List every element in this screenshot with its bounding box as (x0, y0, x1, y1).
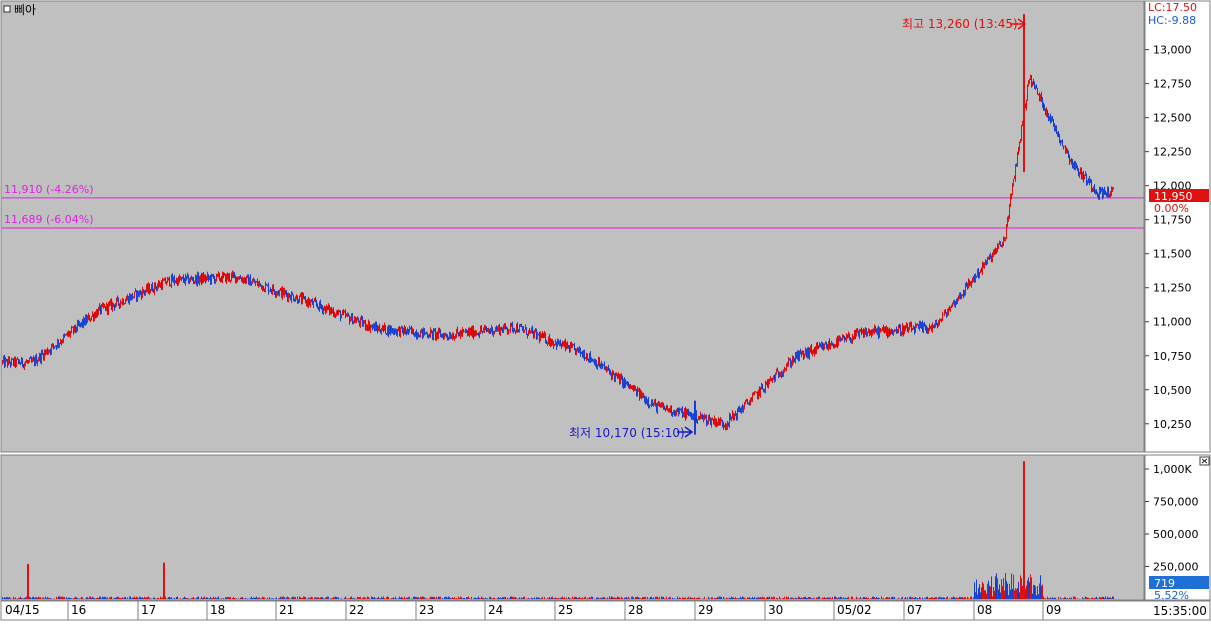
stock-chart: 11,910 (-4.26%) 11,689 (-6.04%) 13,000 12,… (0, 0, 1211, 621)
price-tick-label: 11,000 (1153, 316, 1192, 329)
price-tick-label: 13,000 (1153, 44, 1192, 57)
price-plot-area[interactable] (0, 0, 1145, 453)
x-tick-label: 18 (210, 603, 225, 617)
ref-line-label: 11,910 (-4.26%) (4, 183, 93, 196)
x-tick-label: 16 (71, 603, 86, 617)
volume-tick-label: 750,000 (1153, 496, 1199, 509)
price-tick-label: 10,250 (1153, 418, 1192, 431)
x-tick-label: 21 (279, 603, 294, 617)
lc-label: LC:17.50 (1148, 1, 1197, 14)
chart-title: 삐아 (14, 3, 36, 17)
volume-tick-label: 1,000K (1153, 463, 1192, 476)
volume-tick-label: 250,000 (1153, 561, 1199, 574)
x-tick-label: 07 (907, 603, 922, 617)
hc-label: HC:-9.88 (1148, 14, 1196, 27)
price-tick-label: 10,750 (1153, 350, 1192, 363)
price-tick-label: 11,750 (1153, 214, 1192, 227)
max-price-label: 최고 13,260 (13:45) (902, 17, 1018, 31)
x-tick-label: 09 (1046, 603, 1061, 617)
price-tick-label: 12,500 (1153, 112, 1192, 125)
x-tick-label: 04/15 (5, 603, 40, 617)
price-tick-label: 12,750 (1153, 78, 1192, 91)
x-tick-label: 28 (628, 603, 643, 617)
ref-line-label: 11,689 (-6.04%) (4, 213, 93, 226)
volume-tick-label: 500,000 (1153, 528, 1199, 541)
x-tick-label: 08 (977, 603, 992, 617)
title-checkbox-icon[interactable] (3, 5, 11, 13)
volume-pct-value: 5.52% (1154, 589, 1189, 602)
min-price-label: 최저 10,170 (15:10) (569, 426, 685, 440)
x-tick-label: 05/02 (837, 603, 872, 617)
x-axis (0, 600, 1211, 621)
x-tick-label: 30 (768, 603, 783, 617)
price-tick-label: 11,500 (1153, 248, 1192, 261)
price-tick-label: 10,500 (1153, 384, 1192, 397)
time-label: 15:35:00 (1153, 604, 1207, 618)
price-tick-label: 11,250 (1153, 282, 1192, 295)
x-tick-label: 22 (349, 603, 364, 617)
x-tick-label: 24 (488, 603, 503, 617)
volume-plot-area[interactable] (0, 454, 1145, 601)
x-tick-label: 25 (558, 603, 573, 617)
x-tick-label: 29 (698, 603, 713, 617)
x-tick-label: 17 (141, 603, 156, 617)
current-change-value: 0.00% (1154, 202, 1189, 215)
x-tick-label: 23 (419, 603, 434, 617)
price-tick-label: 12,250 (1153, 146, 1192, 159)
